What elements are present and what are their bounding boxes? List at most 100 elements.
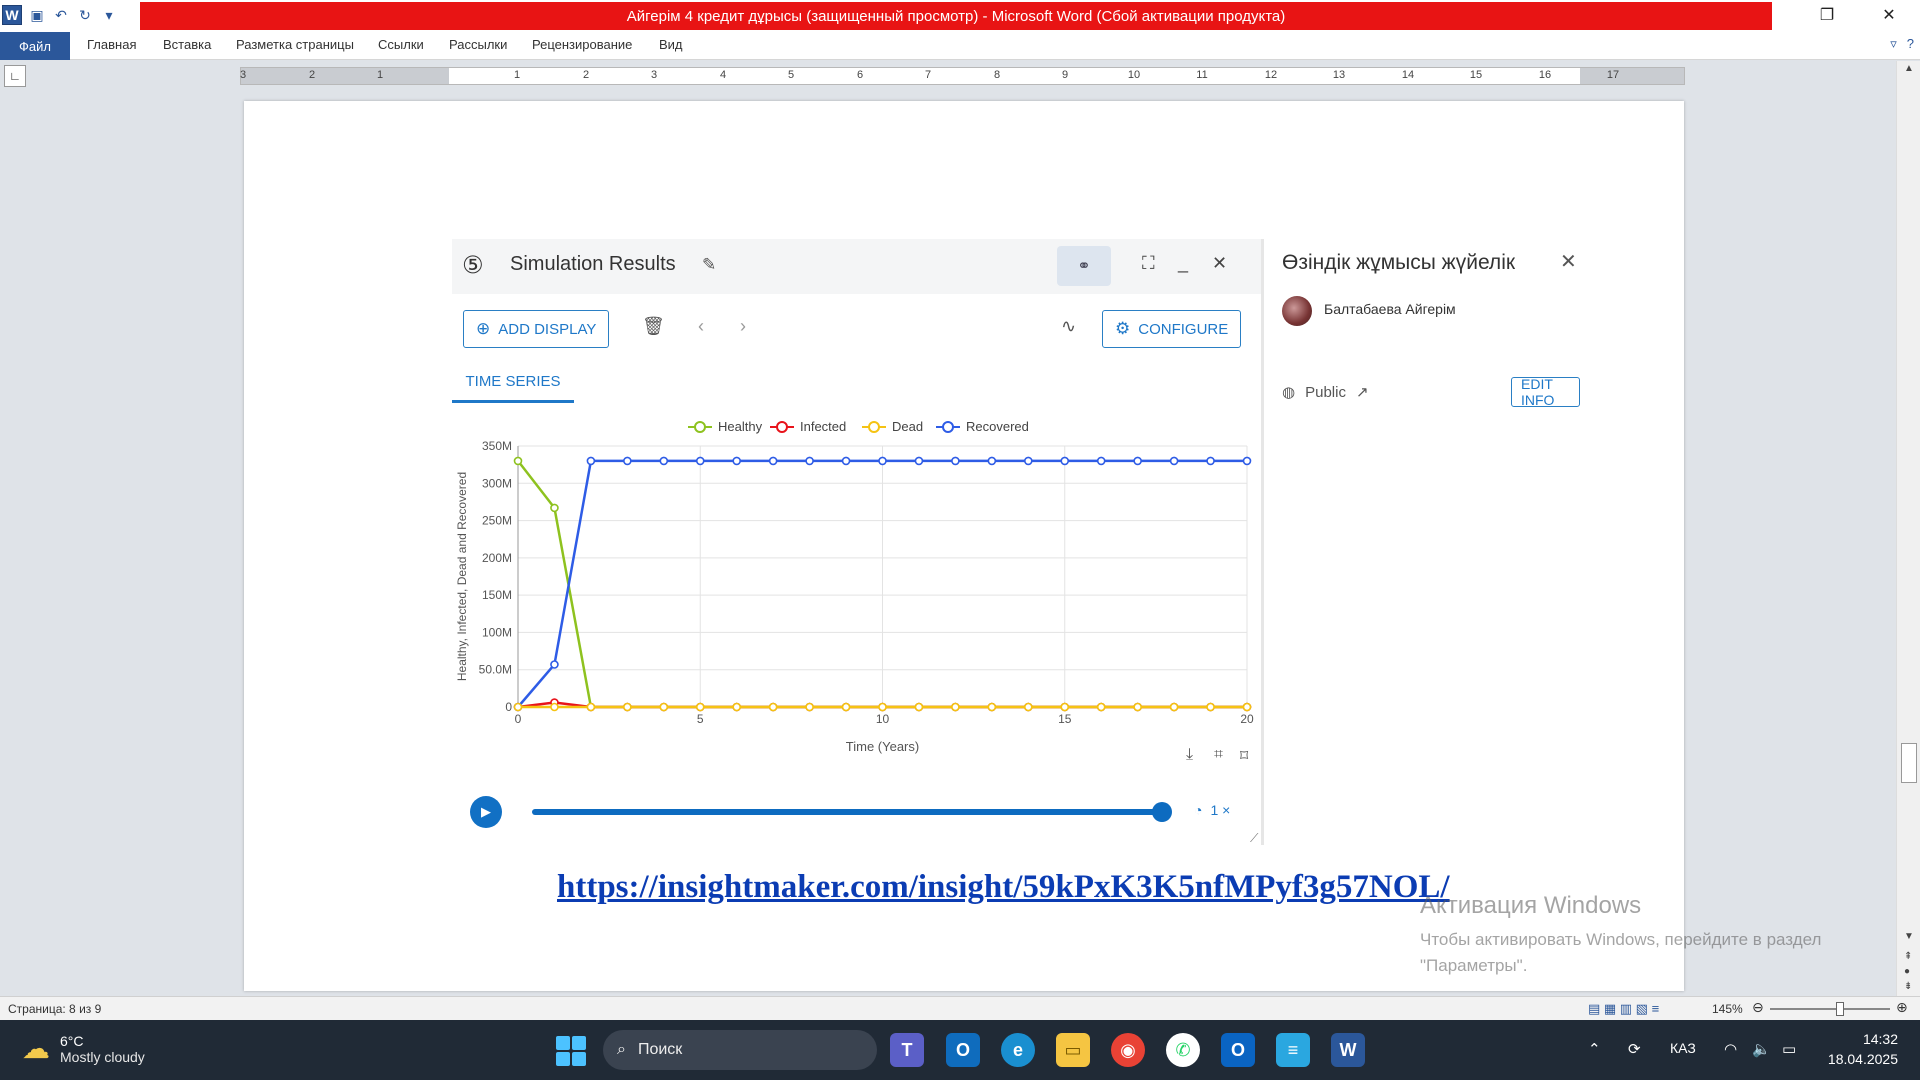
playback-slider-handle[interactable] — [1152, 802, 1172, 822]
data-point-recovered — [695, 456, 705, 466]
data-point-dead — [550, 702, 559, 712]
next-icon[interactable]: › — [740, 316, 746, 337]
help-icon[interactable]: ? — [1907, 36, 1914, 52]
tab-review[interactable]: Рецензирование — [532, 37, 632, 52]
date: 18.04.2025 — [1827, 1051, 1898, 1067]
ruler-tick: 1 — [513, 69, 521, 81]
tab-view[interactable]: Вид — [659, 37, 683, 52]
share-button[interactable]: ⚭ — [1057, 246, 1111, 286]
word-logo-icon[interactable]: W — [2, 5, 22, 25]
wifi-icon[interactable]: ◠ — [1724, 1040, 1737, 1058]
redo-icon[interactable]: ↻ — [76, 6, 94, 24]
previous-icon[interactable]: ‹ — [698, 316, 704, 337]
data-point-recovered — [1242, 456, 1252, 466]
plus-circle-icon: ⊕ — [476, 319, 491, 338]
tab-insert[interactable]: Вставка — [163, 37, 211, 52]
whatsapp-icon[interactable]: ✆ — [1166, 1033, 1200, 1067]
ruler-tick: 16 — [1538, 69, 1552, 81]
play-button[interactable]: ▶ — [470, 796, 502, 828]
data-point-recovered — [1169, 456, 1179, 466]
edit-info-button[interactable]: EDIT INFO — [1511, 376, 1580, 408]
tab-mailings[interactable]: Рассылки — [449, 37, 507, 52]
add-display-button[interactable]: ⊕ ADD DISPLAY — [463, 310, 610, 348]
tab-selector-icon[interactable]: ∟ — [4, 65, 26, 87]
ribbon: Файл Главная Вставка Разметка страницы С… — [0, 30, 1920, 60]
data-point-dead — [513, 702, 523, 712]
outlook-new-icon[interactable]: O — [946, 1033, 980, 1067]
data-point-recovered — [1023, 456, 1033, 466]
delete-icon[interactable]: 🗑 — [642, 316, 665, 337]
clock[interactable]: 14:32 18.04.2025 — [1820, 1029, 1898, 1069]
save-icon[interactable]: ▣ — [28, 6, 46, 24]
minimize-icon[interactable]: _ — [1178, 253, 1188, 274]
close-info-icon[interactable]: ✕ — [1560, 249, 1577, 274]
tab-page-layout[interactable]: Разметка страницы — [236, 37, 354, 52]
zoom-out-icon[interactable]: ⊖ — [1752, 999, 1764, 1016]
activation-line: Чтобы активировать Windows, перейдите в … — [1420, 930, 1822, 949]
tab-home[interactable]: Главная — [87, 37, 136, 52]
tab-file[interactable]: Файл — [0, 32, 70, 60]
battery-icon[interactable]: ▭ — [1782, 1040, 1796, 1058]
sensitivity-icon[interactable]: ∿ — [1061, 316, 1076, 337]
weather-widget[interactable]: ☁ 6°C Mostly cloudy — [22, 1032, 145, 1065]
y-tick-label: 150M — [482, 588, 512, 602]
scroll-thumb[interactable] — [1901, 743, 1917, 783]
outlook-icon[interactable]: O — [1221, 1033, 1255, 1067]
scroll-down-icon[interactable]: ▼ — [1904, 931, 1914, 942]
input-language[interactable]: КАЗ — [1670, 1040, 1696, 1056]
ruler-tick: 17 — [1606, 69, 1620, 81]
fullscreen-icon[interactable]: ⛶ — [1142, 253, 1155, 274]
notepad-icon[interactable]: ≡ — [1276, 1033, 1310, 1067]
horizontal-ruler[interactable]: 3 2 1 1 2 3 4 5 6 7 8 9 10 11 12 13 14 1… — [240, 67, 1685, 85]
restore-icon[interactable]: ❐ — [1800, 0, 1854, 30]
volume-icon[interactable]: 🔈 — [1752, 1040, 1771, 1058]
file-explorer-icon[interactable]: ▭ — [1056, 1033, 1090, 1067]
insight-link[interactable]: https://insightmaker.com/insight/59kPxK3… — [557, 869, 1450, 906]
select-browse-object-icon[interactable]: ● — [1904, 966, 1910, 977]
cloud-sun-icon: ☁ — [22, 1033, 50, 1064]
speed-control[interactable]: ◔ 1 × — [1194, 802, 1230, 818]
vertical-scrollbar[interactable]: ▲ ▼ ⇞ ● ⇟ — [1896, 61, 1920, 996]
configure-label: CONFIGURE — [1138, 320, 1229, 338]
reset-zoom-icon[interactable]: ⌑ — [1240, 746, 1248, 766]
edge-icon[interactable]: e — [1001, 1033, 1035, 1067]
zoom-level[interactable]: 145% — [1712, 1002, 1743, 1016]
data-point-dead — [659, 702, 669, 712]
chrome-icon[interactable]: ◉ — [1111, 1033, 1145, 1067]
taskbar: ☁ 6°C Mostly cloudy ⌕ Поиск T O e ▭ ◉ ✆ … — [0, 1020, 1920, 1080]
previous-page-icon[interactable]: ⇞ — [1904, 951, 1912, 962]
close-panel-icon[interactable]: ✕ — [1212, 253, 1227, 274]
show-hidden-icons-icon[interactable]: ⌃ — [1588, 1040, 1601, 1058]
tab-references[interactable]: Ссылки — [378, 37, 424, 52]
undo-icon[interactable]: ↶ — [52, 6, 70, 24]
search-box[interactable]: ⌕ Поиск — [603, 1030, 877, 1070]
next-page-icon[interactable]: ⇟ — [1904, 981, 1912, 992]
zoom-slider-handle[interactable] — [1836, 1002, 1844, 1016]
sync-icon[interactable]: ⟳ — [1628, 1040, 1641, 1058]
configure-button[interactable]: ⚙ CONFIGURE — [1102, 310, 1242, 348]
customize-toolbar-icon[interactable]: ▾ — [100, 6, 118, 24]
resize-handle-icon[interactable]: ⟋ — [1250, 831, 1258, 846]
legend-swatch-marker — [776, 421, 788, 433]
page-indicator[interactable]: Страница: 8 из 9 — [8, 1002, 101, 1016]
teams-icon[interactable]: T — [890, 1033, 924, 1067]
zoom-slider[interactable] — [1770, 1008, 1890, 1010]
ribbon-collapse-icon[interactable]: ▿ — [1890, 36, 1897, 52]
scroll-up-icon[interactable]: ▲ — [1904, 63, 1914, 74]
document-page[interactable]: ⑤ Simulation Results ✎ ⚭ ⛶ _ ✕ ⊕ ADD DIS… — [244, 101, 1684, 991]
data-point-recovered — [550, 660, 559, 669]
globe-icon: ◍ — [1282, 384, 1296, 401]
crop-icon[interactable]: ⌗ — [1214, 746, 1223, 764]
legend-label: Healthy — [718, 419, 763, 434]
ruler-tick: 3 — [650, 69, 658, 81]
close-window-icon[interactable]: ✕ — [1862, 0, 1916, 30]
word-taskbar-icon[interactable]: W — [1331, 1033, 1365, 1067]
download-icon[interactable]: ⤓ — [1186, 746, 1193, 764]
view-mode-icons[interactable]: ▤ ▦ ▥ ▧ ≡ — [1588, 1001, 1659, 1017]
start-button[interactable] — [556, 1036, 586, 1066]
zoom-in-icon[interactable]: ⊕ — [1896, 999, 1908, 1016]
playback-slider[interactable] — [532, 809, 1164, 815]
ruler-tick: 7 — [924, 69, 932, 81]
edit-title-icon[interactable]: ✎ — [702, 255, 716, 275]
tab-time-series[interactable]: TIME SERIES — [452, 363, 574, 403]
